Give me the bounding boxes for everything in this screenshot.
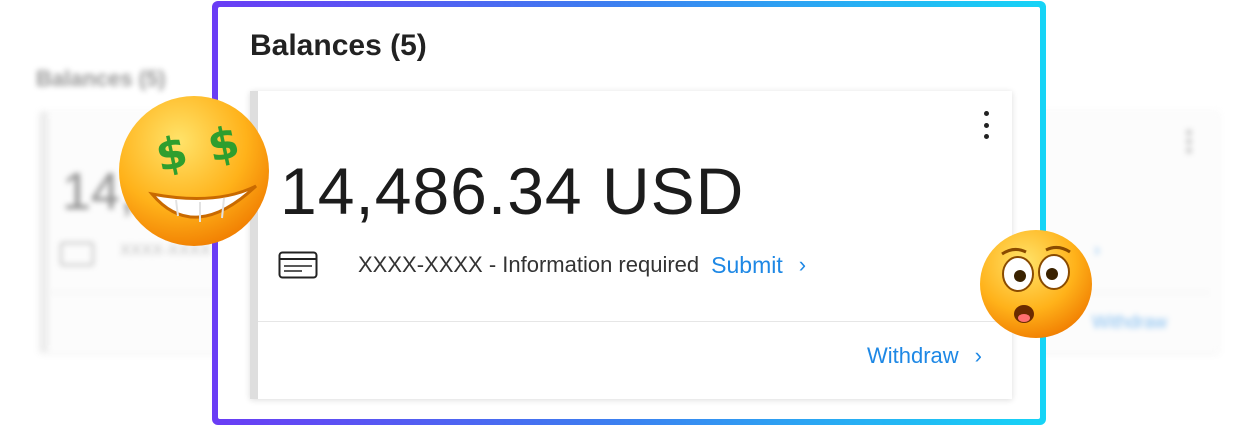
background-card-icon — [60, 242, 94, 266]
balances-panel: Balances (5) 14,486.34 USD XXXX-XXXX - I… — [218, 7, 1040, 419]
credit-card-icon — [278, 251, 318, 279]
withdraw-label: Withdraw — [866, 343, 959, 368]
chevron-right-icon[interactable]: › — [799, 252, 806, 278]
background-withdraw-label: Withdraw — [1092, 312, 1168, 332]
money-face-emoji: $ $ — [119, 96, 269, 246]
withdraw-button[interactable]: Withdraw › — [867, 343, 982, 369]
astonished-face-emoji — [980, 230, 1092, 338]
balance-amount: 14,486.34 USD — [280, 154, 745, 228]
background-chevron-icon: › — [1094, 240, 1100, 260]
menu-dot — [983, 122, 989, 128]
chevron-right-icon: › — [974, 343, 982, 368]
page-title: Balances (5) — [250, 29, 427, 62]
menu-dot — [983, 134, 989, 139]
submit-link[interactable]: Submit — [711, 252, 783, 279]
account-status-text: XXXX-XXXX - Information required — [358, 252, 700, 277]
card-divider — [258, 321, 1012, 322]
menu-dot — [983, 111, 989, 116]
highlight-frame: Balances (5) 14,486.34 USD XXXX-XXXX - I… — [212, 1, 1046, 425]
background-more-icon — [1186, 128, 1192, 154]
background-title: Balances (5) — [36, 66, 166, 91]
more-vert-icon[interactable] — [978, 109, 994, 141]
balance-card: 14,486.34 USD XXXX-XXXX - Information re… — [250, 91, 1012, 399]
account-info-row: XXXX-XXXX - Information required Submit … — [278, 249, 806, 281]
